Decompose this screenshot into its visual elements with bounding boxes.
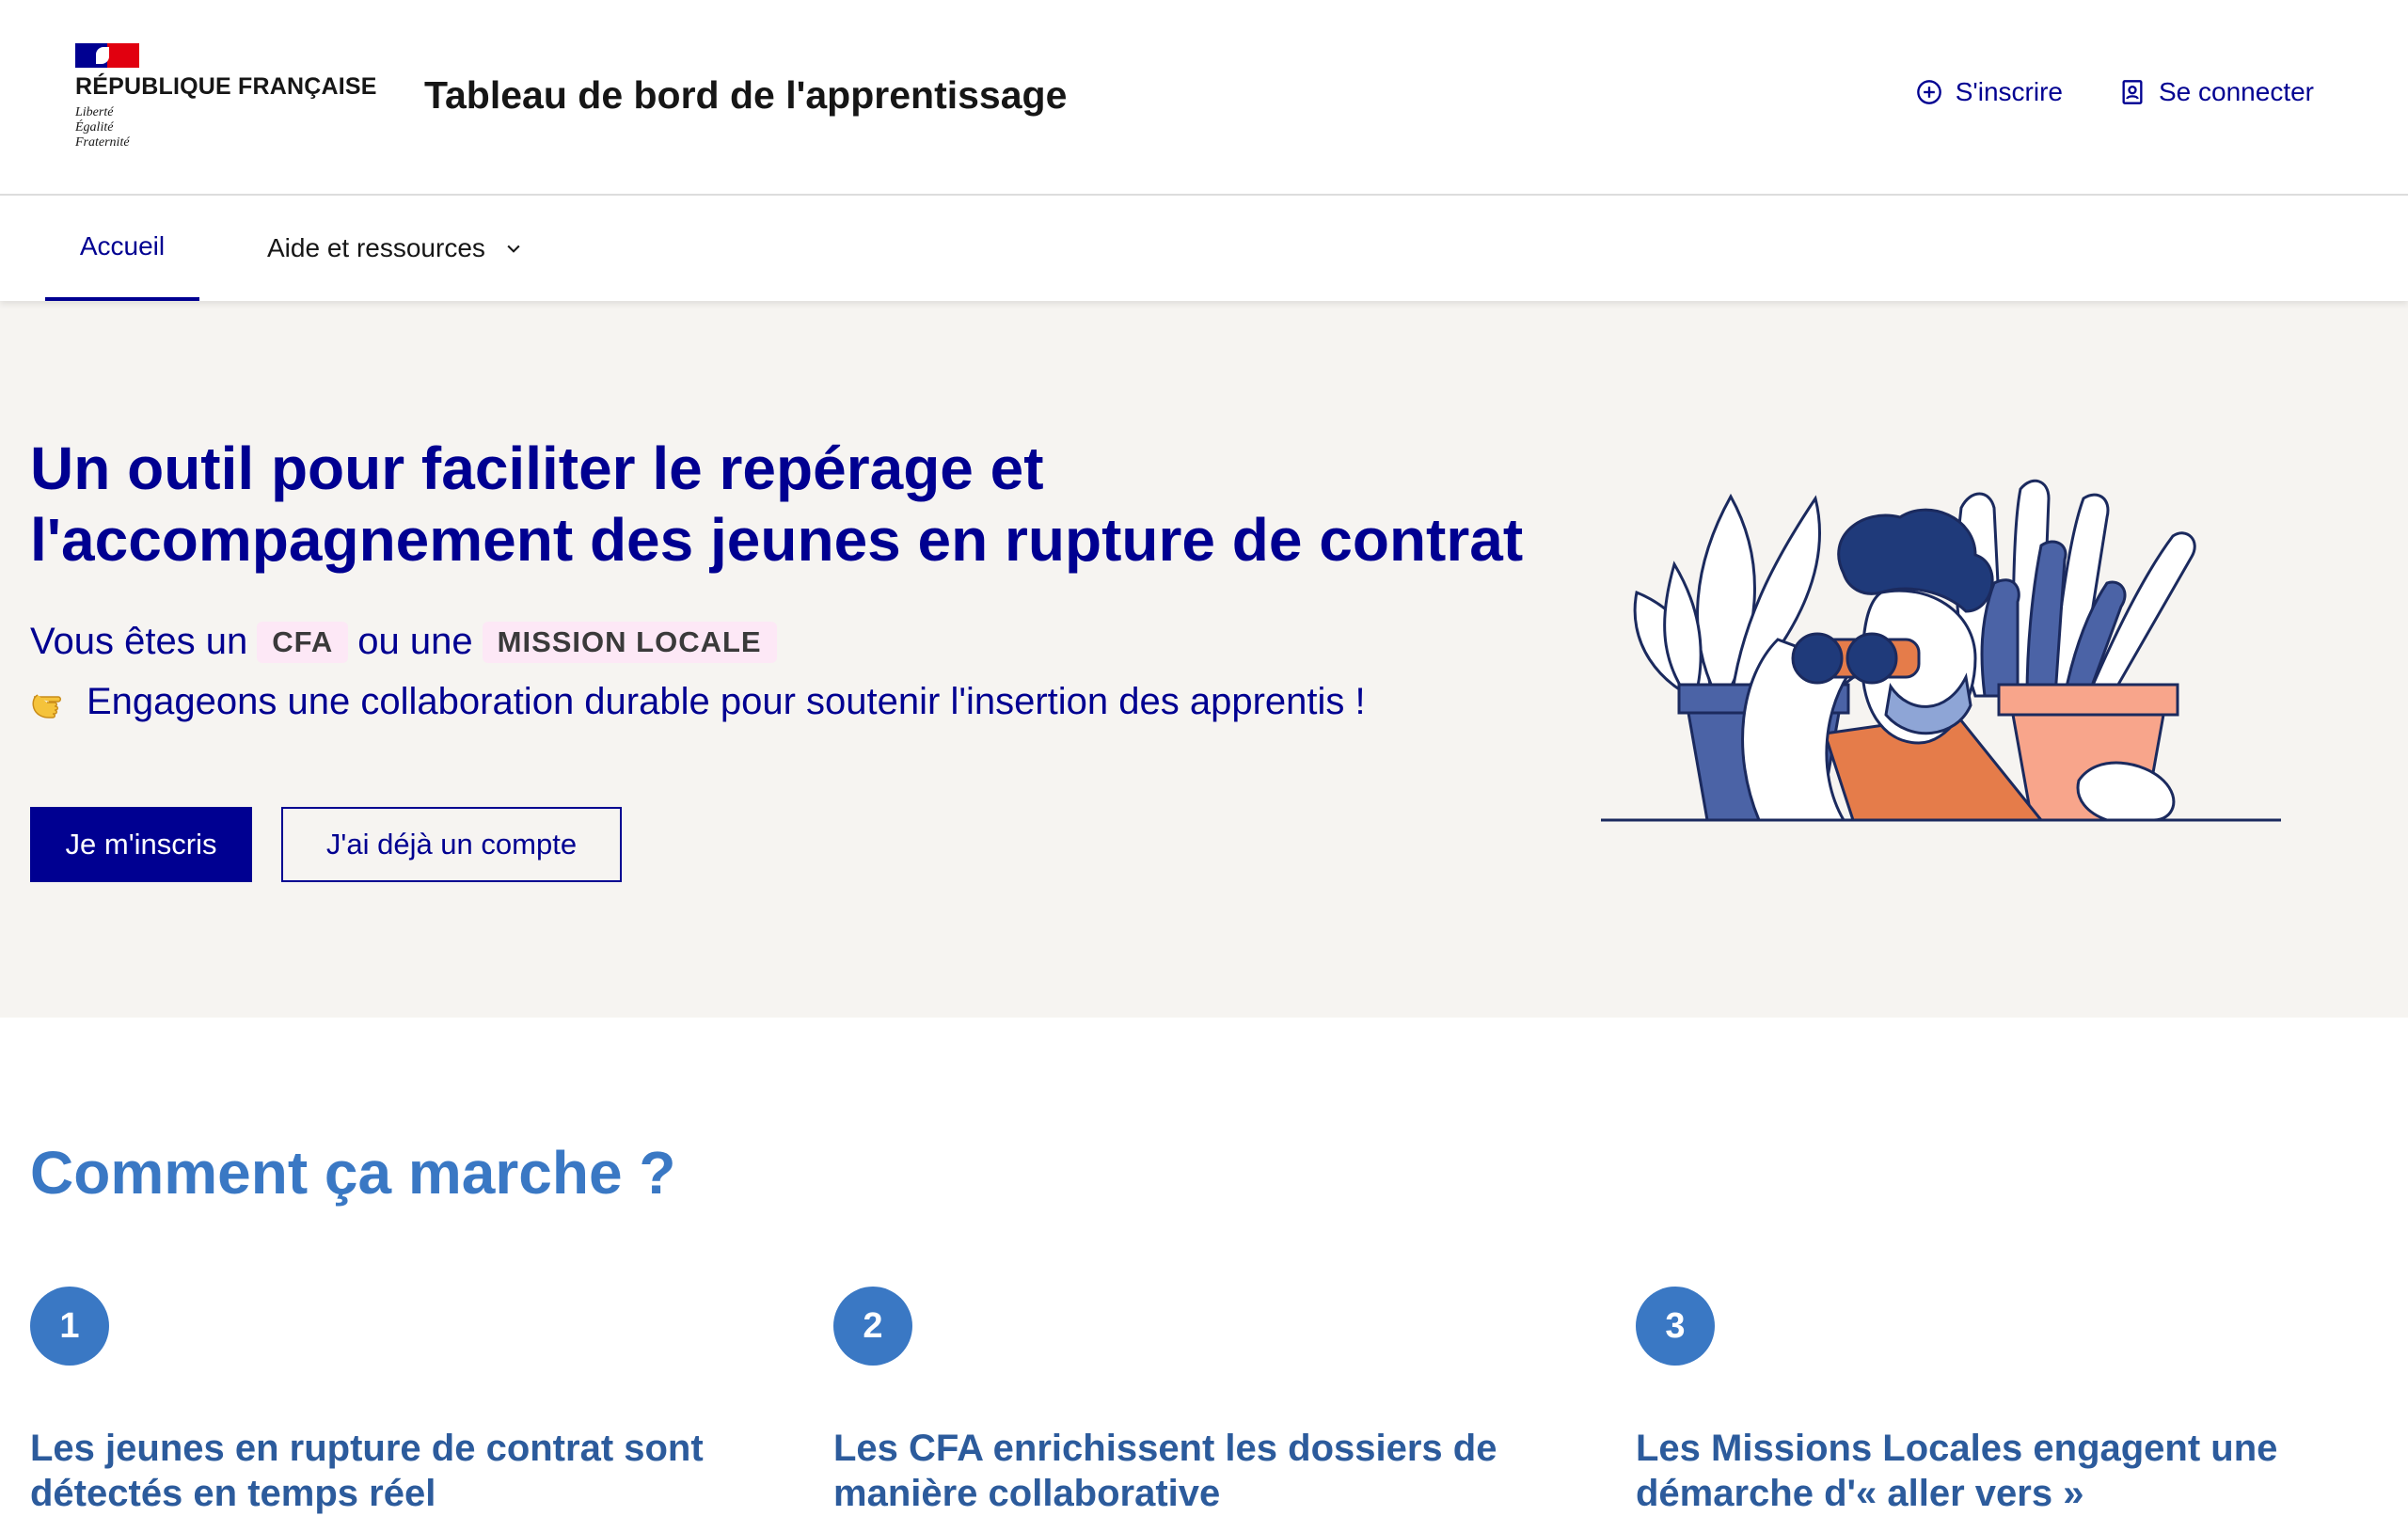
hero-section: Un outil pour faciliter le repérage et l… <box>0 301 2408 1018</box>
nav-item-accueil[interactable]: Accueil <box>45 196 199 301</box>
login-label: Se connecter <box>2159 77 2314 106</box>
audience-middle: ou une <box>357 621 473 662</box>
motto-egalite: Égalité <box>75 120 114 134</box>
hero-tagline: Engageons une collaboration durable pour… <box>30 681 1366 723</box>
nav-item-label: Accueil <box>79 231 166 261</box>
signup-link[interactable]: S'inscrire <box>1916 77 2063 107</box>
signup-label: S'inscrire <box>1955 77 2063 106</box>
step-2: 2 Les CFA enrichissent les dossiers de m… <box>833 1287 1586 1516</box>
step-number-badge: 2 <box>833 1287 912 1366</box>
step-title: Les jeunes en rupture de contrat sont dé… <box>30 1428 704 1514</box>
account-icon <box>2122 80 2143 104</box>
site-header: RÉPUBLIQUE FRANÇAISE Liberté Égalité Fra… <box>0 0 2408 196</box>
logo-motto: Liberté Égalité Fraternité <box>75 105 130 150</box>
pointing-hand-icon <box>32 693 61 719</box>
chevron-down-icon <box>507 245 520 253</box>
tag-cfa: CFA <box>257 621 349 663</box>
hero-title: Un outil pour faciliter le repérage et l… <box>30 433 1610 576</box>
logo-title: RÉPUBLIQUE FRANÇAISE <box>75 73 377 100</box>
nav-item-aide-ressources[interactable]: Aide et ressources <box>267 196 523 301</box>
nav-item-label: Aide et ressources <box>267 233 485 262</box>
hero-audience-line: Vous êtes un CFA ou une MISSION LOCALE <box>30 621 777 663</box>
plus-circle-icon <box>1916 80 1941 104</box>
step-number-badge: 1 <box>30 1287 109 1366</box>
motto-fraternite: Fraternité <box>75 135 130 150</box>
binoculars-illustration <box>1601 479 2281 822</box>
signup-button[interactable]: Je m'inscris <box>30 807 252 882</box>
existing-account-button[interactable]: J'ai déjà un compte <box>281 807 622 882</box>
step-3: 3 Les Missions Locales engagent une déma… <box>1636 1287 2388 1516</box>
step-1: 1 Les jeunes en rupture de contrat sont … <box>30 1287 783 1516</box>
header-actions: S'inscrire Se connecter <box>1916 77 2314 107</box>
step-number-badge: 3 <box>1636 1287 1715 1366</box>
step-title: Les Missions Locales engagent une démarc… <box>1636 1428 2278 1514</box>
login-link[interactable]: Se connecter <box>2119 77 2314 107</box>
republique-francaise-logo[interactable]: RÉPUBLIQUE FRANÇAISE Liberté Égalité Fra… <box>75 43 376 156</box>
audience-prefix: Vous êtes un <box>30 621 248 662</box>
tag-mission-locale: MISSION LOCALE <box>482 621 777 663</box>
how-it-works-title: Comment ça marche ? <box>30 1139 676 1207</box>
site-title[interactable]: Tableau de bord de l'apprentissage <box>424 73 1067 118</box>
step-title: Les CFA enrichissent les dossiers de man… <box>833 1428 1497 1514</box>
main-navigation: Accueil Aide et ressources <box>0 196 2408 301</box>
motto-liberte: Liberté <box>75 105 114 119</box>
hero-title-line-1: Un outil pour faciliter le repérage et <box>30 434 1044 502</box>
hero-title-line-2: l'accompagnement des jeunes en rupture d… <box>30 506 1524 574</box>
hero-tagline-text: Engageons une collaboration durable pour… <box>87 681 1366 722</box>
marianne-flag-icon <box>75 43 139 68</box>
